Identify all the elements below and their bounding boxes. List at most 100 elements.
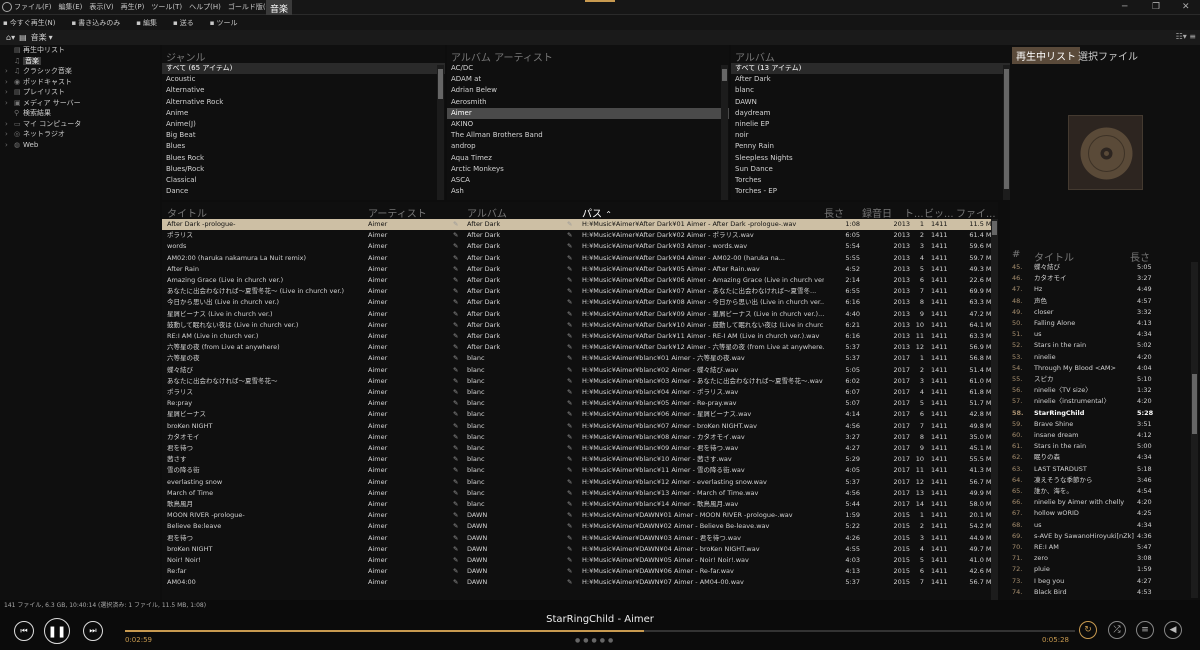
sidebar-item[interactable]: › ◍ Web — [0, 140, 160, 151]
genre-list-item[interactable]: Alternative — [162, 85, 445, 96]
table-row[interactable]: 歌鳥風月 Aimer blanc H:¥Music¥Aimer¥blanc¥14 Ai… — [162, 499, 998, 510]
table-row[interactable]: 今日から思い出 (Live in church ver.) Aimer After … — [162, 297, 998, 308]
toolbar-button[interactable]: ▪ 書き込みのみ — [71, 18, 128, 28]
tab-selected-file[interactable]: 選択ファイル — [1078, 48, 1138, 63]
playlist-row[interactable]: 61. Stars in the rain 5:00 — [1012, 441, 1190, 452]
restore-icon[interactable]: ❐ — [1152, 2, 1160, 12]
table-row[interactable]: everlasting snow Aimer blanc H:¥Music¥Aimer… — [162, 477, 998, 488]
genre-list-item[interactable]: Anime(J) — [162, 119, 445, 130]
playlist-scrollbar[interactable] — [1191, 262, 1198, 598]
album-list-item[interactable]: Sleepless Nights — [731, 153, 1011, 164]
album_artist-list-item[interactable]: The Allman Brothers Band — [447, 130, 729, 141]
genre-list-item[interactable]: すべて (65 アイテム) — [162, 63, 445, 75]
playlist-row[interactable]: 72. pluie 1:59 — [1012, 564, 1190, 575]
playlist-row[interactable]: 73. I beg you 4:27 — [1012, 576, 1190, 587]
progress-bar[interactable] — [125, 630, 1075, 632]
genre-list-item[interactable]: Blues — [162, 141, 445, 152]
table-row[interactable]: Re:pray Aimer blanc H:¥Music¥Aimer¥blanc¥05… — [162, 398, 998, 409]
genre-list-item[interactable]: Blues Rock — [162, 153, 445, 164]
close-icon[interactable]: ✕ — [1182, 2, 1190, 12]
album_artist-list-item[interactable]: Aimer — [447, 107, 729, 119]
album-list-item[interactable]: Torches — [731, 175, 1011, 186]
playlist-row[interactable]: 52. Stars in the rain 5:02 — [1012, 340, 1190, 351]
chevron-down-icon[interactable]: ▾ — [49, 33, 53, 42]
shuffle-icon[interactable]: ⤮ — [1108, 621, 1126, 639]
album-list-item[interactable]: ninelie EP — [731, 119, 1011, 130]
table-row[interactable]: あなたに出会わなければ～夏雪冬花～ (Live in church ver.) A… — [162, 286, 998, 297]
playlist-row[interactable]: 62. 眠りの森 4:34 — [1012, 452, 1190, 463]
playlist-row[interactable]: 57. ninelie〈instrumental〉 4:20 — [1012, 396, 1190, 407]
playlist-row[interactable]: 48. 声色 4:57 — [1012, 296, 1190, 307]
playlist-row[interactable]: 56. ninelie〈TV size〉 1:32 — [1012, 385, 1190, 396]
playlist-row[interactable]: 45. 蝶々結び 5:05 — [1012, 262, 1190, 273]
queue-list-icon[interactable]: ≡ — [1136, 621, 1154, 639]
table-row[interactable]: Amazing Grace (Live in church ver.) Aimer… — [162, 275, 998, 286]
col-path-header[interactable]: パス ⌃ — [582, 205, 612, 220]
table-row[interactable]: AM04:00 Aimer DAWN H:¥Music¥Aimer¥DAWN¥07 A… — [162, 577, 998, 588]
tab-music[interactable]: 音楽 — [266, 0, 293, 15]
album_artist-list-item[interactable]: AC/DC — [447, 63, 729, 74]
table-row[interactable]: Noir! Noir! Aimer DAWN H:¥Music¥Aimer¥DAWN¥… — [162, 555, 998, 566]
expand-arrow-icon[interactable]: › — [5, 140, 11, 151]
table-row[interactable]: 君を待つ Aimer blanc H:¥Music¥Aimer¥blanc¥09 Ai… — [162, 443, 998, 454]
genre-list-item[interactable]: Blues/Rock — [162, 164, 445, 175]
sidebar-item[interactable]: › ▤ プレイリスト — [0, 87, 160, 98]
playlist-row[interactable]: 47. Hz 4:49 — [1012, 284, 1190, 295]
menu-item[interactable]: ファイル(F) — [14, 2, 52, 12]
playlist-row[interactable]: 71. zero 3:08 — [1012, 553, 1190, 564]
sidebar-item[interactable]: › ♫ クラシック音楽 — [0, 66, 160, 77]
genre-list-item[interactable]: Classical — [162, 175, 445, 186]
expand-arrow-icon[interactable]: › — [5, 66, 11, 77]
col-track-header[interactable]: ト... — [904, 205, 924, 220]
sidebar-item[interactable]: ♫ 音楽 — [0, 56, 160, 67]
tab-now-playing[interactable]: 再生中リスト — [1012, 47, 1080, 64]
album-list-item[interactable]: Penny Rain — [731, 141, 1011, 152]
table-row[interactable]: Re:far Aimer DAWN H:¥Music¥Aimer¥DAWN¥06 Ai… — [162, 566, 998, 577]
expand-arrow-icon[interactable]: › — [5, 129, 11, 140]
table-row[interactable]: After Rain Aimer After Dark H:¥Music¥Aimer¥… — [162, 264, 998, 275]
table-row[interactable]: RE:I AM (Live in church ver.) Aimer After … — [162, 331, 998, 342]
playlist-row[interactable]: 55. スピカ 5:10 — [1012, 374, 1190, 385]
playlist-row[interactable]: 46. カタオモイ 3:27 — [1012, 273, 1190, 284]
playlist-row[interactable]: 59. Brave Shine 3:51 — [1012, 419, 1190, 430]
col-year-header[interactable]: 録音日 — [862, 205, 892, 220]
table-row[interactable]: 鼓動して眠れない夜は (Live in church ver.) Aimer Aft… — [162, 320, 998, 331]
toolbar-button[interactable]: ▪ ツール — [210, 18, 246, 28]
sidebar-item[interactable]: › ▣ メディア サーバー — [0, 98, 160, 109]
album-list-item[interactable]: noir — [731, 130, 1011, 141]
album-list-item[interactable]: blanc — [731, 85, 1011, 96]
col-size-header[interactable]: ファイ... — [956, 205, 996, 220]
table-row[interactable]: 六等星の夜 Aimer blanc H:¥Music¥Aimer¥blanc¥01 A… — [162, 353, 998, 364]
table-row[interactable]: broKen NIGHT Aimer DAWN H:¥Music¥Aimer¥DAWN… — [162, 544, 998, 555]
playlist-row[interactable]: 70. RE:I AM 5:47 — [1012, 542, 1190, 553]
album_artist-list-item[interactable]: AKINO — [447, 119, 729, 130]
album-list-item[interactable]: Sun Dance — [731, 164, 1011, 175]
table-row[interactable]: Believe Be:leave Aimer DAWN H:¥Music¥Aimer¥… — [162, 521, 998, 532]
table-row[interactable]: broKen NIGHT Aimer blanc H:¥Music¥Aimer¥bla… — [162, 421, 998, 432]
album_artist-header[interactable]: アルバム アーティスト — [447, 45, 729, 64]
sidebar-item[interactable]: › ▭ マイ コンピュータ — [0, 119, 160, 130]
table-row[interactable]: 君を待つ Aimer DAWN H:¥Music¥Aimer¥DAWN¥03 Aime… — [162, 533, 998, 544]
view-options-icon[interactable]: ☷▾ ≡ — [1176, 32, 1196, 41]
col-length-header[interactable]: 長さ — [824, 205, 844, 220]
genre-scrollbar[interactable] — [437, 65, 444, 200]
table-row[interactable]: ポラリス Aimer blanc H:¥Music¥Aimer¥blanc¥04 Ai… — [162, 387, 998, 398]
expand-arrow-icon[interactable]: › — [5, 77, 11, 88]
playlist-row[interactable]: 51. us 4:34 — [1012, 329, 1190, 340]
sidebar-item[interactable]: › ◉ ポッドキャスト — [0, 77, 160, 88]
playlist-row[interactable]: 74. Black Bird 4:53 — [1012, 587, 1190, 598]
col-album-header[interactable]: アルバム — [467, 205, 507, 220]
track-scrollbar[interactable] — [991, 219, 998, 600]
table-row[interactable]: 茜さす Aimer blanc H:¥Music¥Aimer¥blanc¥10 Aim… — [162, 454, 998, 465]
table-row[interactable]: ポラリス Aimer After Dark H:¥Music¥Aimer¥After … — [162, 230, 998, 241]
album-header[interactable]: アルバム — [731, 45, 1011, 64]
album_artist-list-item[interactable]: ADAM at — [447, 74, 729, 85]
playlist-row[interactable]: 58. StarRingChild 5:28 — [1012, 408, 1190, 419]
album-list-item[interactable]: DAWN — [731, 97, 1011, 108]
playlist-row[interactable]: 54. Through My Blood <AM> 4:04 — [1012, 363, 1190, 374]
table-row[interactable]: 蝶々結び Aimer blanc H:¥Music¥Aimer¥blanc¥02 Ai… — [162, 365, 998, 376]
table-row[interactable]: words Aimer After Dark H:¥Music¥Aimer¥After… — [162, 241, 998, 252]
table-row[interactable]: MOON RIVER -prologue- Aimer DAWN H:¥Music¥A… — [162, 510, 998, 521]
repeat-icon[interactable]: ↻ — [1079, 621, 1097, 639]
list-icon[interactable]: ▤ — [19, 33, 27, 42]
